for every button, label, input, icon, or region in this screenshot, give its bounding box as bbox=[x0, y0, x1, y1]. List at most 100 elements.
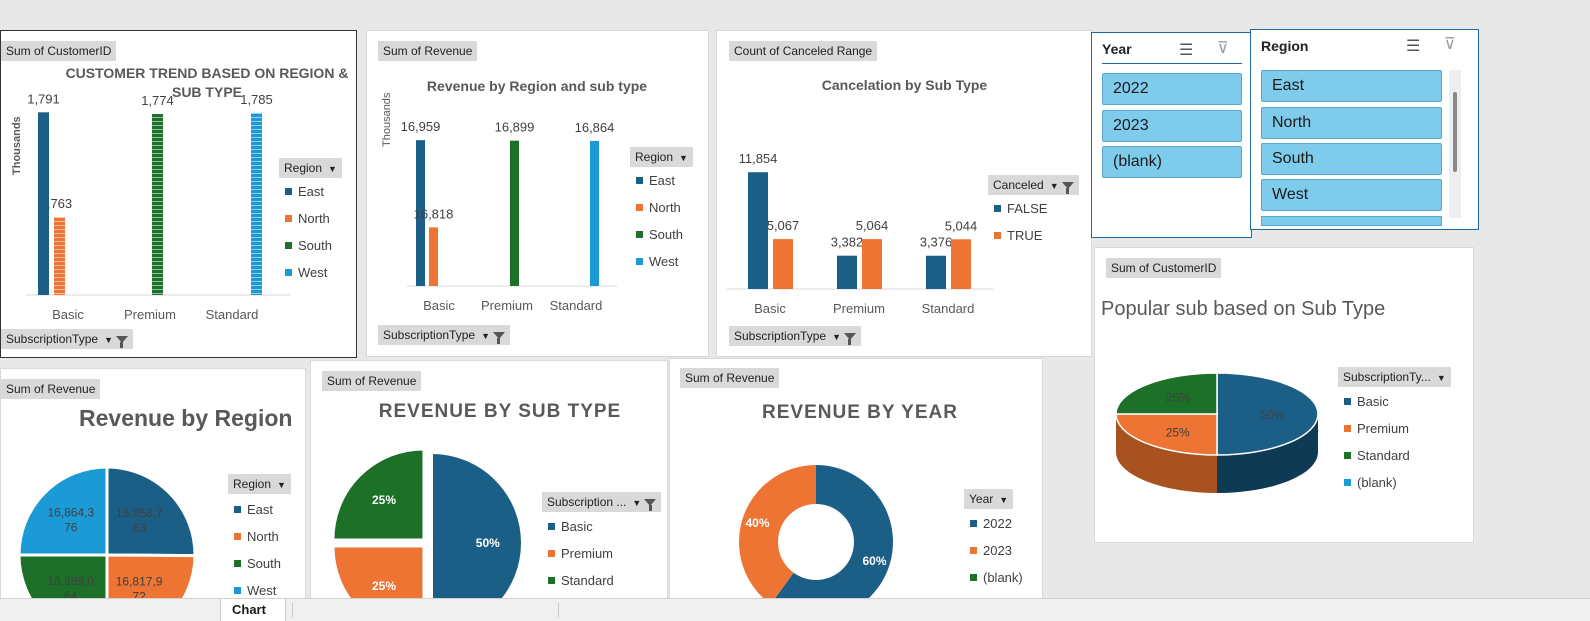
data-label: 1,785 bbox=[240, 92, 273, 107]
legend-swatch bbox=[1344, 425, 1351, 432]
chart-plot: 50% 25% 25% bbox=[1115, 372, 1319, 493]
dropdown-arrow-icon: ▼ bbox=[999, 495, 1009, 505]
legend-region-filter[interactable]: Region ▼ bbox=[630, 147, 693, 167]
legend-subscriptiontype-filter[interactable]: SubscriptionTy... ▼ bbox=[1338, 367, 1451, 387]
bars-cancelation: Basic Premium Standard 11,854 3,382 3,376 5,06… bbox=[739, 151, 978, 316]
x-tick-label: Premium bbox=[481, 298, 533, 313]
legend-label: East bbox=[649, 173, 676, 188]
bar[interactable] bbox=[926, 255, 946, 289]
filter-icon bbox=[492, 332, 505, 345]
filter-icon bbox=[843, 333, 856, 346]
legend-swatch bbox=[994, 205, 1001, 212]
legend-item-north: North bbox=[234, 523, 281, 550]
region-slicer[interactable]: Region ☰ ⊽ East North South West bbox=[1250, 29, 1479, 230]
legend-swatch bbox=[636, 204, 643, 211]
slicer-scrollbar[interactable] bbox=[1449, 70, 1461, 218]
axis-field-subscriptiontype[interactable]: SubscriptionType ▼ bbox=[378, 325, 510, 345]
bar[interactable] bbox=[862, 239, 882, 289]
bars-customer-trend: Basic Premium Standard 1,791 ,763 1,774 1,785 bbox=[27, 91, 273, 322]
chart-customer-trend[interactable]: Sum of CustomerID CUSTOMER TREND BASED O… bbox=[0, 30, 357, 358]
chart-popular-sub[interactable]: Sum of CustomerID Popular sub based on S… bbox=[1094, 247, 1474, 543]
chart-cancelation[interactable]: Count of Canceled Range Cancelation by S… bbox=[716, 30, 1092, 357]
multi-select-icon[interactable]: ☰ bbox=[1406, 36, 1420, 56]
filter-icon bbox=[115, 336, 128, 349]
year-slicer[interactable]: Year ☰ ⊽ 2022 2023 (blank) bbox=[1091, 32, 1252, 238]
chart-revenue-by-year[interactable]: Sum of Revenue REVENUE BY YEAR 60% 40% Ye… bbox=[669, 358, 1043, 618]
chart-revenue-region-subtype[interactable]: Sum of Revenue Revenue by Region and sub… bbox=[366, 30, 709, 357]
data-label: 5,067 bbox=[767, 218, 800, 233]
axis-field-label: SubscriptionType bbox=[383, 328, 476, 342]
dropdown-arrow-icon: ▼ bbox=[632, 498, 642, 508]
scrollbar-thumb[interactable] bbox=[1453, 92, 1457, 172]
axis-field-subscriptiontype[interactable]: SubscriptionType ▼ bbox=[729, 326, 861, 346]
chart-revenue-by-region[interactable]: Sum of Revenue Revenue by Region 16,958,… bbox=[0, 368, 306, 618]
legend-swatch bbox=[234, 560, 241, 567]
bar[interactable] bbox=[152, 114, 163, 295]
data-label: 3,382 bbox=[831, 235, 864, 250]
sheet-tab-chart[interactable]: Chart bbox=[220, 599, 286, 621]
x-tick-label: Basic bbox=[423, 298, 455, 313]
legend-label: West bbox=[298, 265, 328, 280]
legend-label: (blank) bbox=[983, 570, 1023, 585]
clear-filter-icon[interactable]: ⊽ bbox=[1217, 38, 1229, 58]
sheet-tab-label: Chart bbox=[232, 602, 266, 617]
bar[interactable] bbox=[590, 140, 599, 286]
pie-3d: 50% 25% 25% bbox=[1115, 372, 1319, 493]
bar[interactable] bbox=[429, 227, 438, 286]
clear-filter-icon[interactable]: ⊽ bbox=[1444, 34, 1456, 54]
legend-swatch bbox=[285, 188, 292, 195]
legend-item-premium: Premium bbox=[1344, 415, 1410, 442]
x-tick-label: Standard bbox=[922, 301, 975, 316]
data-label: 25% bbox=[1166, 391, 1190, 405]
slicer-item-west[interactable]: West bbox=[1261, 179, 1442, 211]
axis-field-subscriptiontype[interactable]: SubscriptionType ▼ bbox=[1, 329, 133, 349]
legend-item-false: FALSE bbox=[994, 195, 1047, 222]
legend-item-basic: Basic bbox=[1344, 388, 1410, 415]
multi-select-icon[interactable]: ☰ bbox=[1179, 40, 1193, 60]
slicer-item-partial bbox=[1261, 216, 1442, 226]
legend-label: South bbox=[247, 556, 281, 571]
slicer-item-2023[interactable]: 2023 bbox=[1102, 110, 1242, 142]
bar[interactable] bbox=[773, 239, 793, 289]
bar[interactable] bbox=[510, 140, 519, 286]
legend-label: Standard bbox=[1357, 448, 1410, 463]
legend-label: FALSE bbox=[1007, 201, 1048, 216]
slicer-item-north[interactable]: North bbox=[1261, 107, 1442, 139]
slicer-item-south[interactable]: South bbox=[1261, 143, 1442, 175]
chart-revenue-by-subtype[interactable]: Sum of Revenue REVENUE BY SUB TYPE 50% 25… bbox=[310, 360, 668, 618]
data-label: 50% bbox=[476, 536, 500, 550]
legend-canceled-filter[interactable]: Canceled ▼ bbox=[988, 175, 1079, 195]
bar[interactable] bbox=[251, 112, 262, 296]
legend-label: West bbox=[247, 583, 277, 598]
data-label: 1,774 bbox=[141, 93, 174, 108]
legend-label: West bbox=[649, 254, 679, 269]
bar[interactable] bbox=[951, 239, 971, 289]
legend-swatch bbox=[548, 577, 555, 584]
legend-item-premium: Premium bbox=[548, 540, 614, 567]
legend-item-2023: 2023 bbox=[970, 537, 1023, 564]
legend-swatch bbox=[636, 258, 643, 265]
legend-item-blank: (blank) bbox=[1344, 469, 1410, 496]
slicer-item-blank[interactable]: (blank) bbox=[1102, 146, 1242, 178]
legend-subscription-filter[interactable]: Subscription ... ▼ bbox=[542, 492, 662, 512]
chart-plot: 50% 25% 25% bbox=[332, 448, 523, 617]
legend-year-filter[interactable]: Year ▼ bbox=[964, 489, 1014, 509]
bar[interactable] bbox=[748, 172, 768, 289]
legend-label: (blank) bbox=[1357, 475, 1397, 490]
slicer-item-2022[interactable]: 2022 bbox=[1102, 73, 1242, 105]
legend-swatch bbox=[548, 523, 555, 530]
bar[interactable] bbox=[837, 255, 857, 289]
legend-item-true: TRUE bbox=[994, 222, 1047, 249]
bar[interactable] bbox=[54, 217, 65, 295]
data-label: 16,818 bbox=[414, 206, 454, 221]
legend-swatch bbox=[1344, 452, 1351, 459]
slicer-item-east[interactable]: East bbox=[1261, 70, 1442, 102]
slicer-header: Region bbox=[1261, 38, 1309, 54]
legend-item-east: East bbox=[636, 167, 683, 194]
legend-region-filter[interactable]: Region ▼ bbox=[279, 158, 342, 178]
dropdown-arrow-icon: ▼ bbox=[832, 332, 841, 342]
legend: 2022 2023 (blank) bbox=[970, 510, 1023, 591]
legend-region-filter[interactable]: Region ▼ bbox=[228, 474, 291, 494]
legend-swatch bbox=[970, 520, 977, 527]
data-label: 60% bbox=[862, 554, 886, 568]
